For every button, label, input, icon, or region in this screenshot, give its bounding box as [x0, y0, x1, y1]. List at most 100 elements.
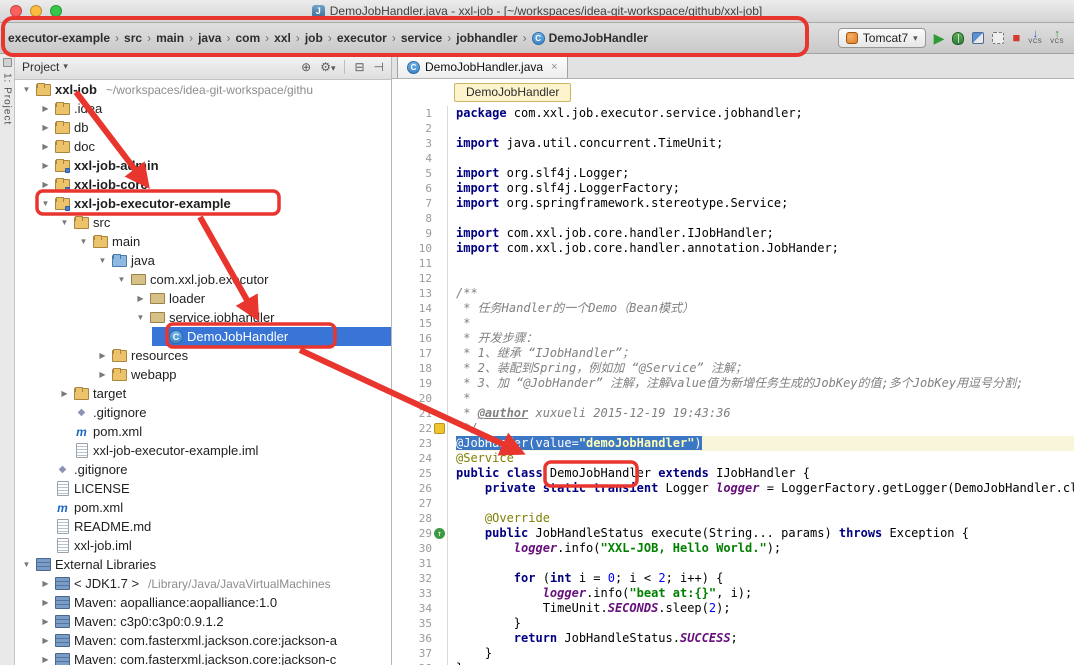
code-line-35[interactable]: } [456, 616, 1074, 631]
gutter-line-20[interactable]: 20 [392, 391, 447, 406]
code-line-10[interactable]: import com.xxl.job.core.handler.annotati… [456, 241, 1074, 256]
gutter-line-7[interactable]: 7 [392, 196, 447, 211]
nav-crumb-xxl[interactable]: xxl [272, 30, 293, 46]
code-line-22[interactable]: */ [456, 421, 1074, 436]
code-line-17[interactable]: * 1、继承 “IJobHandler”； [456, 346, 1074, 361]
gutter-line-3[interactable]: 3 [392, 136, 447, 151]
code-line-24[interactable]: @Service [456, 451, 1074, 466]
tab-demojobhandler[interactable]: C DemoJobHandler.java × [397, 55, 568, 78]
settings-button[interactable]: ⚙▾ [320, 60, 335, 74]
tree-row-doc[interactable]: ▶doc [15, 137, 391, 156]
gutter-line-25[interactable]: 25 [392, 466, 447, 481]
tree-row-maven-c3p0-c3p0-0-9-1-2[interactable]: ▶Maven: c3p0:c3p0:0.9.1.2 [15, 612, 391, 631]
tree-row-xxl-job-iml[interactable]: xxl-job.iml [15, 536, 391, 555]
code-line-18[interactable]: * 2、装配到Spring，例如加 “@Service” 注解； [456, 361, 1074, 376]
collapsed-arrow-icon[interactable]: ▶ [40, 104, 51, 113]
run-button[interactable]: ▶ [934, 31, 945, 45]
collapsed-arrow-icon[interactable]: ▶ [40, 655, 51, 664]
close-tab-icon[interactable]: × [551, 61, 557, 73]
tree-row-service-jobhandler[interactable]: ▼service.jobhandler [15, 308, 391, 327]
expanded-arrow-icon[interactable]: ▼ [40, 199, 51, 208]
code-line-3[interactable]: import java.util.concurrent.TimeUnit; [456, 136, 1074, 151]
gutter-line-14[interactable]: 14 [392, 301, 447, 316]
gutter-line-30[interactable]: 30 [392, 541, 447, 556]
tree-row-resources[interactable]: ▶resources [15, 346, 391, 365]
gutter-line-9[interactable]: 9 [392, 226, 447, 241]
gutter-line-5[interactable]: 5 [392, 166, 447, 181]
code-line-2[interactable] [456, 121, 1074, 136]
tree-row-src[interactable]: ▼src [15, 213, 391, 232]
tree-row-maven-com-fasterxml-jackson-core-jackson-a[interactable]: ▶Maven: com.fasterxml.jackson.core:jacks… [15, 631, 391, 650]
coverage-button[interactable] [972, 32, 984, 44]
collapsed-arrow-icon[interactable]: ▶ [97, 370, 108, 379]
editor-breadcrumb-chip[interactable]: DemoJobHandler [454, 83, 571, 102]
code-line-6[interactable]: import org.slf4j.LoggerFactory; [456, 181, 1074, 196]
code-line-23[interactable]: @JobHander(value="demoJobHandler") [456, 436, 1074, 451]
tree-row-xxl-job-core[interactable]: ▶xxl-job-core [15, 175, 391, 194]
gutter-line-18[interactable]: 18 [392, 361, 447, 376]
gutter-line-34[interactable]: 34 [392, 601, 447, 616]
code-line-25[interactable]: public class DemoJobHandler extends IJob… [456, 466, 1074, 481]
nav-crumb-java[interactable]: java [196, 30, 223, 46]
tree-row-pom-xml[interactable]: mpom.xml [15, 498, 391, 517]
code-line-31[interactable] [456, 556, 1074, 571]
tree-row-webapp[interactable]: ▶webapp [15, 365, 391, 384]
expanded-arrow-icon[interactable]: ▼ [116, 275, 127, 284]
code-line-16[interactable]: * 开发步骤： [456, 331, 1074, 346]
nav-crumb-job[interactable]: job [303, 30, 325, 46]
project-tool-tab[interactable]: 1: Project [2, 73, 13, 125]
collapsed-arrow-icon[interactable]: ▶ [40, 180, 51, 189]
code-line-7[interactable]: import org.springframework.stereotype.Se… [456, 196, 1074, 211]
expanded-arrow-icon[interactable]: ▼ [97, 256, 108, 265]
gutter-line-33[interactable]: 33 [392, 586, 447, 601]
code-line-33[interactable]: logger.info("beat at:{}", i); [456, 586, 1074, 601]
collapsed-arrow-icon[interactable]: ▶ [40, 161, 51, 170]
tree-row-main[interactable]: ▼main [15, 232, 391, 251]
collapsed-arrow-icon[interactable]: ▶ [40, 636, 51, 645]
code-line-5[interactable]: import org.slf4j.Logger; [456, 166, 1074, 181]
code-line-11[interactable] [456, 256, 1074, 271]
tree-row-demojobhandler[interactable]: CDemoJobHandler [15, 327, 391, 346]
nav-crumb-executor[interactable]: executor [335, 30, 389, 46]
tree-row-xxl-job-executor-example[interactable]: ▼xxl-job-executor-example [15, 194, 391, 213]
code-line-1[interactable]: package com.xxl.job.executor.service.job… [456, 106, 1074, 121]
tree-row-xxl-job-executor-example-iml[interactable]: xxl-job-executor-example.iml [15, 441, 391, 460]
nav-crumb-service[interactable]: service [399, 30, 444, 46]
code-line-38[interactable]: } [456, 661, 1074, 665]
chevron-down-icon[interactable]: ▾ [63, 61, 68, 72]
vcs-update-button[interactable]: ↓ VCS [1028, 30, 1042, 46]
collapsed-arrow-icon[interactable]: ▶ [135, 294, 146, 303]
gutter-line-16[interactable]: 16 [392, 331, 447, 346]
nav-crumb-jobhandler[interactable]: jobhandler [454, 30, 519, 46]
expanded-arrow-icon[interactable]: ▼ [21, 85, 32, 94]
vcs-commit-button[interactable]: ↑ VCS [1050, 30, 1064, 46]
gutter-line-11[interactable]: 11 [392, 256, 447, 271]
tree-row--gitignore[interactable]: ◆.gitignore [15, 403, 391, 422]
code-line-14[interactable]: * 任务Handler的一个Demo（Bean模式） [456, 301, 1074, 316]
gutter-line-21[interactable]: 21 [392, 406, 447, 421]
code-area[interactable]: package com.xxl.job.executor.service.job… [448, 106, 1074, 665]
gutter-line-26[interactable]: 26 [392, 481, 447, 496]
debug-button[interactable] [952, 32, 964, 45]
collapsed-arrow-icon[interactable]: ▶ [40, 598, 51, 607]
gutter-line-38[interactable]: 38 [392, 661, 447, 665]
tree-row-com-xxl-job-executor[interactable]: ▼com.xxl.job.executor [15, 270, 391, 289]
gutter-line-31[interactable]: 31 [392, 556, 447, 571]
hide-panel-icon[interactable]: ⊣ [374, 60, 384, 74]
collapse-all-icon[interactable]: ⊟ [354, 60, 364, 74]
tree-row-pom-xml[interactable]: mpom.xml [15, 422, 391, 441]
code-line-19[interactable]: * 3、加 “@JobHander” 注解，注解value值为新增任务生成的Jo… [456, 376, 1074, 391]
nav-crumb-demojobhandler[interactable]: CDemoJobHandler [530, 30, 650, 46]
tree-row--jdk1-7-[interactable]: ▶< JDK1.7 >/Library/Java/JavaVirtualMach… [15, 574, 391, 593]
code-line-27[interactable] [456, 496, 1074, 511]
tree-row-target[interactable]: ▶target [15, 384, 391, 403]
tree-row-xxl-job-admin[interactable]: ▶xxl-job-admin [15, 156, 391, 175]
code-line-8[interactable] [456, 211, 1074, 226]
expanded-arrow-icon[interactable]: ▼ [21, 560, 32, 569]
code-line-28[interactable]: @Override [456, 511, 1074, 526]
gutter-line-6[interactable]: 6 [392, 181, 447, 196]
nav-crumb-executor-example[interactable]: executor-example [6, 30, 112, 46]
gutter-line-19[interactable]: 19 [392, 376, 447, 391]
code-line-20[interactable]: * [456, 391, 1074, 406]
gutter-line-8[interactable]: 8 [392, 211, 447, 226]
